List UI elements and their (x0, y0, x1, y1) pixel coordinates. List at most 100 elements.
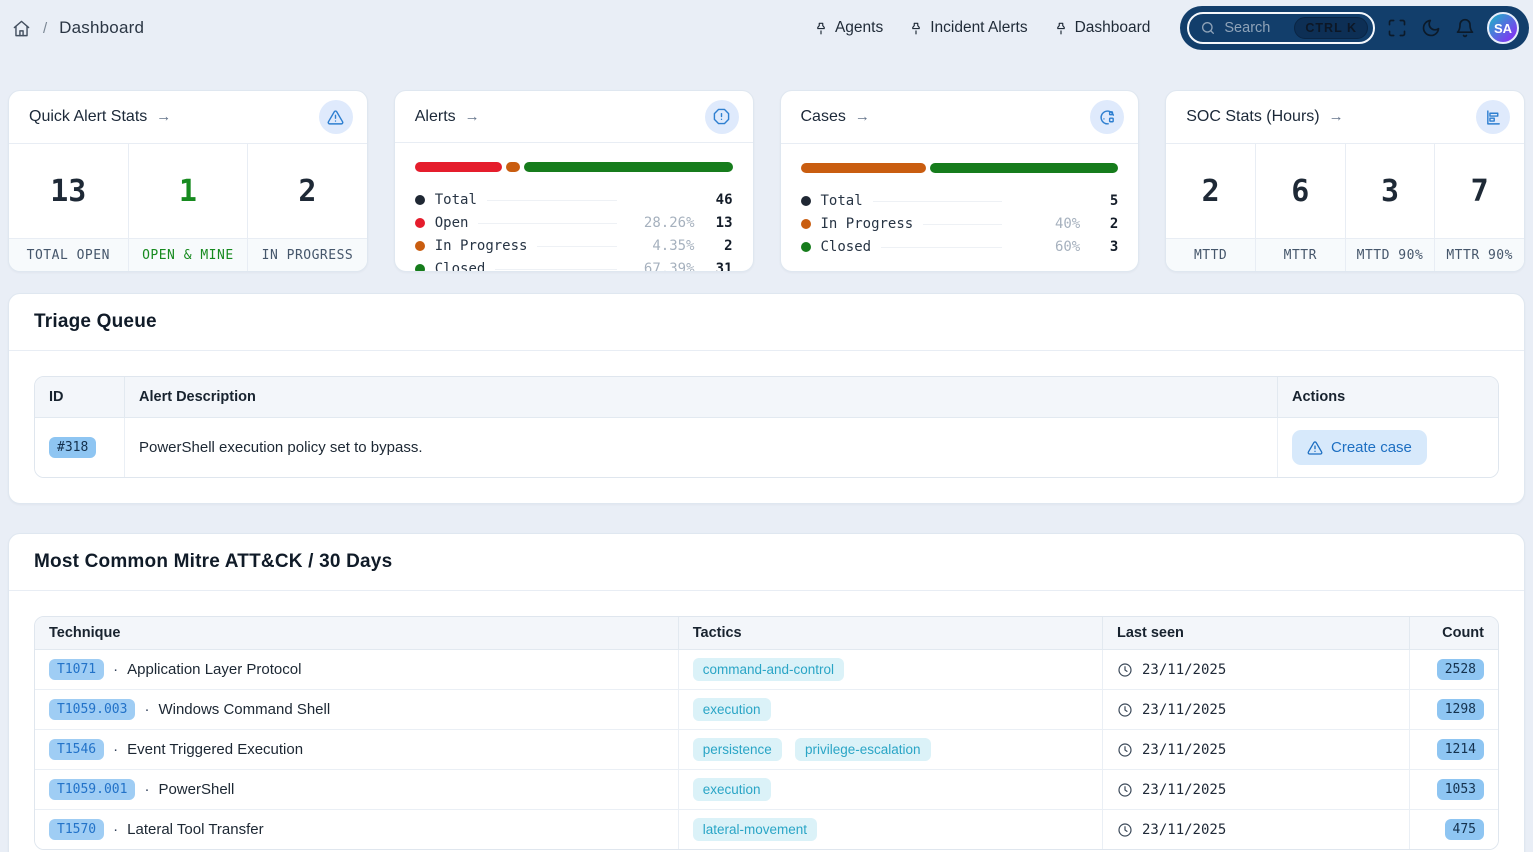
search-input[interactable] (1224, 20, 1286, 36)
technique-name: PowerShell (158, 781, 234, 798)
last-seen-date: 23/11/2025 (1142, 702, 1226, 718)
card-header: Alerts → (395, 91, 753, 143)
bullet-separator: · (113, 661, 118, 678)
home-icon[interactable] (12, 19, 31, 38)
column-header-last-seen: Last seen (1103, 617, 1410, 650)
legend-row-total: Total 5 (801, 189, 1119, 212)
column-header-description: Alert Description (125, 377, 1278, 418)
bullet-separator: · (113, 821, 118, 838)
nav-link-incident-alerts[interactable]: Incident Alerts (909, 19, 1027, 37)
legend-label: In Progress (821, 216, 914, 232)
alerts-link[interactable]: Alerts → (415, 108, 480, 126)
tactics-cell: command-and-control (679, 650, 1103, 690)
alert-octagon-icon (705, 100, 739, 134)
tactic-pill: execution (693, 778, 771, 801)
cases-status-bar (801, 163, 1119, 173)
soc-stats-link[interactable]: SOC Stats (Hours) → (1186, 108, 1343, 126)
leader-line (923, 223, 1002, 225)
technique-name: Windows Command Shell (158, 701, 330, 718)
legend-label: Total (821, 193, 863, 209)
alert-triangle-icon (1307, 440, 1323, 456)
table-row[interactable]: T1570 · Lateral Tool Transfer lateral-mo… (35, 810, 1498, 849)
quick-alert-stats-link[interactable]: Quick Alert Stats → (29, 108, 171, 126)
search-shortcut-badge: CTRL K (1294, 17, 1368, 39)
stat-col: 6 MTTR (1256, 144, 1346, 271)
technique-id-badge: T1071 (49, 659, 104, 680)
breadcrumb: / Dashboard (12, 18, 144, 38)
legend-label: Open (435, 215, 469, 231)
count-cell: 1298 (1410, 690, 1498, 730)
bar-segment-in-progress (801, 163, 927, 173)
arrow-right-icon: → (156, 108, 171, 125)
section-header: Triage Queue (9, 294, 1524, 351)
bullet-separator: · (144, 781, 149, 798)
leader-line (478, 222, 616, 224)
fullscreen-icon[interactable] (1385, 16, 1409, 40)
section-body: ID Alert Description Actions #318 PowerS… (9, 351, 1524, 503)
card-title: Cases (801, 108, 846, 126)
cases-card: Cases → Total 5 In Progress (780, 90, 1140, 272)
tactic-pill: privilege-escalation (795, 738, 931, 761)
legend-value: 5 (1080, 193, 1118, 209)
bar-segment-closed (524, 162, 733, 172)
stat-col: 2 MTTD (1166, 144, 1256, 271)
leader-line (537, 245, 616, 247)
count-cell: 2528 (1410, 650, 1498, 690)
tactics-cell: execution (679, 770, 1103, 810)
table-row[interactable]: #318 PowerShell execution policy set to … (35, 418, 1498, 477)
legend-value: 31 (695, 261, 733, 273)
technique-name: Event Triggered Execution (127, 741, 303, 758)
user-avatar[interactable]: SA (1487, 12, 1519, 44)
tactics-cell: persistence privilege-escalation (679, 730, 1103, 770)
stat-label: MTTD (1166, 238, 1255, 271)
search-icon (1200, 20, 1216, 36)
legend-row-total: Total 46 (415, 188, 733, 211)
nav-link-agents[interactable]: Agents (814, 19, 883, 37)
stat-grid: 2 MTTD 6 MTTR 3 MTTD 90% 7 MTTR 90% (1166, 144, 1524, 271)
search-box[interactable]: CTRL K (1187, 12, 1375, 44)
notifications-bell-icon[interactable] (1453, 16, 1477, 40)
nav-link-dashboard[interactable]: Dashboard (1054, 19, 1151, 37)
card-body: Total 5 In Progress 40% 2 Closed 60% 3 (781, 144, 1139, 271)
breadcrumb-separator: / (43, 20, 47, 37)
technique-cell: T1059.001 · PowerShell (35, 770, 679, 810)
technique-cell: T1071 · Application Layer Protocol (35, 650, 679, 690)
arrow-right-icon: → (465, 108, 480, 125)
clock-icon (1117, 822, 1133, 838)
table-row[interactable]: T1071 · Application Layer Protocol comma… (35, 650, 1498, 690)
column-header-technique: Technique (35, 617, 679, 650)
create-case-button[interactable]: Create case (1292, 430, 1427, 465)
clock-icon (1117, 702, 1133, 718)
nav-link-label: Dashboard (1075, 19, 1151, 37)
card-title: Quick Alert Stats (29, 108, 147, 126)
stat-value: 2 (248, 144, 367, 238)
table-row[interactable]: T1546 · Event Triggered Execution persis… (35, 730, 1498, 770)
count-badge: 1298 (1437, 699, 1484, 720)
top-bar: / Dashboard Agents Incident Alerts Dashb… (0, 0, 1533, 56)
table-row[interactable]: T1059.003 · Windows Command Shell execut… (35, 690, 1498, 730)
clock-icon (1117, 662, 1133, 678)
bar-segment-in-progress (506, 162, 519, 172)
tactic-pill: lateral-movement (693, 818, 817, 841)
count-badge: 475 (1445, 819, 1484, 840)
tactic-pill: command-and-control (693, 658, 844, 681)
legend-row-in-progress: In Progress 40% 2 (801, 212, 1119, 235)
dark-mode-moon-icon[interactable] (1419, 16, 1443, 40)
id-cell: #318 (35, 418, 125, 477)
column-header-tactics: Tactics (679, 617, 1103, 650)
quick-alert-stats-card: Quick Alert Stats → 13 TOTAL OPEN 1 OPEN… (8, 90, 368, 272)
leader-line (873, 200, 1003, 202)
pin-icon (1054, 21, 1068, 35)
column-header-id: ID (35, 377, 125, 418)
last-seen-date: 23/11/2025 (1142, 822, 1226, 838)
alert-id-badge: #318 (49, 437, 96, 458)
legend-dot (801, 242, 811, 252)
stat-col: 2 IN PROGRESS (248, 144, 367, 271)
cases-link[interactable]: Cases → (801, 108, 870, 126)
last-seen-date: 23/11/2025 (1142, 742, 1226, 758)
table-row[interactable]: T1059.001 · PowerShell execution 23/11/2… (35, 770, 1498, 810)
technique-cell: T1570 · Lateral Tool Transfer (35, 810, 679, 849)
count-badge: 1214 (1437, 739, 1484, 760)
description-cell: PowerShell execution policy set to bypas… (125, 418, 1278, 477)
bullet-separator: · (113, 741, 118, 758)
